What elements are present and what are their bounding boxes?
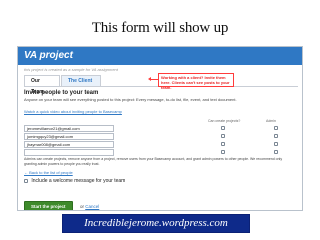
admins-note: Admins can create projects, remove anyon… xyxy=(24,157,283,166)
start-project-button[interactable]: Start the project xyxy=(24,201,73,210)
footer-banner: Incrediblejerome.wordpress.com xyxy=(62,214,250,233)
column-admin: Admin xyxy=(266,119,276,123)
include-welcome-option[interactable]: Include a welcome message for your team xyxy=(24,178,125,184)
video-link[interactable]: Watch a quick video about inviting peopl… xyxy=(24,109,122,114)
invitee-row: jhaymar008@gmail.com xyxy=(24,141,292,149)
admin-checkbox[interactable] xyxy=(274,134,278,138)
back-to-people-link[interactable]: ← Back to the list of people xyxy=(24,170,73,175)
admin-checkbox[interactable] xyxy=(274,142,278,146)
email-field[interactable]: jeromevillamor21@gmail.com xyxy=(24,125,114,132)
email-field[interactable] xyxy=(24,149,114,156)
email-field[interactable]: jomimgquy23@gmail.com xyxy=(24,133,114,140)
or-label: or xyxy=(79,204,84,209)
email-field[interactable]: jhaymar008@gmail.com xyxy=(24,141,114,148)
create-projects-checkbox[interactable] xyxy=(221,142,225,146)
action-row: Start the project or Cancel xyxy=(24,195,99,210)
project-header: VA project xyxy=(18,47,302,65)
client-callout: Working with a client? Invite them here.… xyxy=(158,73,234,90)
invitee-row: jeromevillamor21@gmail.com xyxy=(24,125,292,133)
create-projects-checkbox[interactable] xyxy=(221,134,225,138)
admin-checkbox[interactable] xyxy=(274,150,278,154)
admin-checkbox[interactable] xyxy=(274,126,278,130)
cancel-link[interactable]: Cancel xyxy=(85,204,99,209)
include-welcome-label: Include a welcome message for your team xyxy=(31,178,126,184)
invite-description: Anyone on your team will see everything … xyxy=(24,97,237,102)
create-projects-checkbox[interactable] xyxy=(221,126,225,130)
tab-the-client[interactable]: The Client xyxy=(61,75,101,86)
invite-heading: Invite people to your team xyxy=(24,90,99,96)
tab-our-team[interactable]: Our Team xyxy=(24,75,60,95)
project-subtitle: this project is created as a sample for … xyxy=(24,67,118,72)
project-title[interactable]: VA project xyxy=(24,50,73,61)
or-text: or Cancel xyxy=(80,204,99,209)
column-create-projects: Can create projects? xyxy=(208,119,241,123)
invitee-row xyxy=(24,149,292,157)
create-projects-checkbox[interactable] xyxy=(221,150,225,154)
invitee-row: jomimgquy23@gmail.com xyxy=(24,133,292,141)
callout-arrow-icon xyxy=(148,77,158,81)
include-welcome-checkbox[interactable] xyxy=(24,178,28,183)
basecamp-screenshot: VA project this project is created as a … xyxy=(17,46,303,211)
slide-title: This form will show up xyxy=(91,20,229,36)
